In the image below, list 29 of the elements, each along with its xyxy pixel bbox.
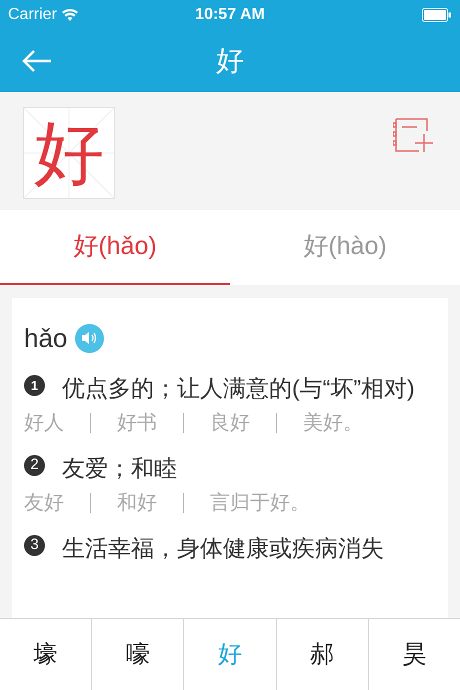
example-word[interactable]: 美好。: [303, 408, 363, 438]
example-word[interactable]: 言归于好。: [210, 488, 310, 518]
battery-icon: [422, 8, 452, 22]
definition-text: 友爱；和睦: [62, 454, 178, 483]
related-character-tab[interactable]: 壕: [0, 619, 92, 690]
related-character-tab[interactable]: 郝: [276, 619, 368, 690]
definition-number: 2: [24, 455, 45, 476]
definition-number: 3: [24, 535, 45, 556]
carrier-name: Carrier: [8, 5, 57, 25]
pronunciation-tab[interactable]: 好(hào): [230, 210, 460, 285]
nav-title: 好: [216, 44, 244, 78]
related-character-tab[interactable]: 嚎: [91, 619, 184, 690]
definition-text: 优点多的；让人满意的(与“坏”相对): [62, 374, 416, 403]
speaker-button[interactable]: [75, 324, 104, 352]
definition-number: 1: [24, 375, 45, 396]
pronunciation-tab[interactable]: 好(hǎo): [0, 210, 230, 285]
example-word[interactable]: 良好: [210, 408, 250, 438]
definition-text: 生活幸福，身体健康或疾病消失: [62, 534, 385, 563]
related-character-tab[interactable]: 好: [183, 619, 276, 690]
related-character-tab[interactable]: 昊: [368, 619, 460, 690]
example-word[interactable]: 和好: [117, 488, 157, 518]
example-word[interactable]: 好书: [117, 408, 157, 438]
pinyin: hǎo: [24, 322, 68, 354]
character-glyph: 好: [34, 118, 104, 188]
status-time: 10:57 AM: [195, 5, 265, 25]
wifi-icon: [60, 8, 79, 22]
speaker-icon: [80, 331, 99, 345]
example-word[interactable]: 友好: [24, 488, 64, 518]
example-word[interactable]: 好人: [24, 408, 64, 438]
